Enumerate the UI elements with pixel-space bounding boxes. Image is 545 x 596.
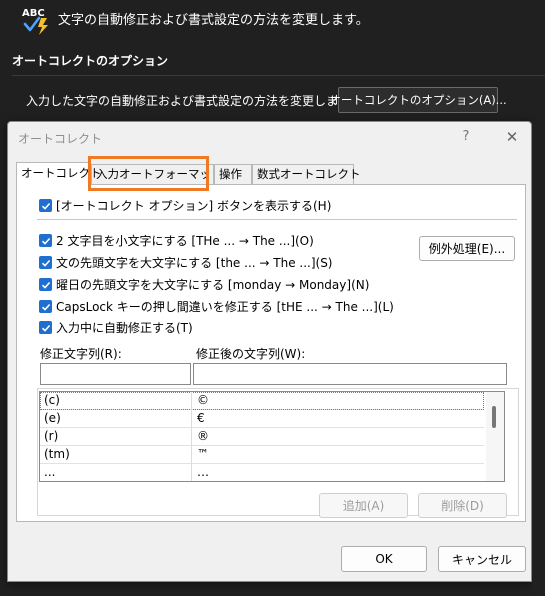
list-item[interactable]: (c) © xyxy=(40,392,484,410)
autocorrect-entries-list[interactable]: (c) © (e) € (r) ® (tm) ™ ... … xyxy=(39,391,505,482)
show-options-buttons-checkbox[interactable]: [オートコレクト オプション] ボタンを表示する(H) xyxy=(39,197,331,214)
autocorrect-options-label: 入力した文字の自動修正および書式設定の方法を変更します: xyxy=(26,94,355,108)
column-divider xyxy=(191,428,192,446)
checkbox-checked-icon xyxy=(39,199,52,212)
checkbox-label: 2 文字目を小文字にする [THe ... → The ...](O) xyxy=(56,234,314,248)
cancel-button[interactable]: キャンセル xyxy=(438,546,526,572)
tab-actions[interactable]: 操作 xyxy=(214,164,252,184)
delete-button[interactable]: 削除(D) xyxy=(418,493,507,518)
help-button[interactable]: ? xyxy=(458,128,474,146)
checkbox-checked-icon xyxy=(39,278,52,291)
scrollbar-thumb[interactable] xyxy=(492,406,496,428)
column-divider xyxy=(191,446,192,464)
list-item-from: (tm) xyxy=(44,447,70,461)
abc-spellcheck-icon: ABC xyxy=(21,5,53,35)
list-item-to: … xyxy=(197,465,209,479)
checkbox-checked-icon xyxy=(39,234,52,247)
autocorrect-dialog: オートコレクト ? ✕ オートコレクト 入力オートフォーマット 操作 数式オート… xyxy=(7,121,532,582)
replace-as-you-type-checkbox[interactable]: 入力中に自動修正する(T) xyxy=(39,319,196,336)
dialog-titlebar[interactable]: オートコレクト ? ✕ xyxy=(8,122,531,152)
list-scrollbar[interactable] xyxy=(486,392,504,481)
checkbox-label: 入力中に自動修正する(T) xyxy=(56,321,193,335)
column-divider xyxy=(191,392,192,410)
list-item[interactable]: ... … xyxy=(40,464,484,481)
checkbox-checked-icon xyxy=(39,321,52,334)
ok-button[interactable]: OK xyxy=(341,546,427,572)
list-item-from: (c) xyxy=(44,393,60,407)
replace-label: 修正文字列(R): xyxy=(40,347,122,361)
checkbox-checked-icon xyxy=(39,300,52,313)
list-item[interactable]: (e) € xyxy=(40,410,484,428)
with-input[interactable] xyxy=(193,363,507,385)
list-item-to: € xyxy=(197,411,205,425)
tab-math-autocorrect[interactable]: 数式オートコレクト xyxy=(252,164,361,184)
checkbox-label: 文の先頭文字を大文字にする [the ... → The ...](S) xyxy=(56,256,333,270)
exceptions-button[interactable]: 例外処理(E)... xyxy=(419,236,515,261)
close-button[interactable]: ✕ xyxy=(503,127,521,147)
with-label: 修正後の文字列(W): xyxy=(196,347,306,361)
column-divider xyxy=(191,464,192,481)
list-item-to: ™ xyxy=(197,447,209,461)
section-divider xyxy=(12,75,545,76)
page-header-text: 文字の自動修正および書式設定の方法を変更します。 xyxy=(58,13,369,28)
column-divider xyxy=(191,410,192,428)
list-item[interactable]: (r) ® xyxy=(40,428,484,446)
capitalize-day-names-checkbox[interactable]: 曜日の先頭文字を大文字にする [monday → Monday](N) xyxy=(39,276,369,293)
autocorrect-options-button[interactable]: オートコレクトのオプション(A)... xyxy=(329,87,507,113)
list-item-from: ... xyxy=(44,465,56,479)
add-button[interactable]: 追加(A) xyxy=(319,493,408,518)
checkbox-label: 曜日の先頭文字を大文字にする [monday → Monday](N) xyxy=(56,278,370,292)
capitalize-first-letter-sentence-checkbox[interactable]: 文の先頭文字を大文字にする [the ... → The ...](S) xyxy=(39,254,333,271)
background-edge xyxy=(532,120,545,596)
replace-input[interactable] xyxy=(40,363,191,385)
correct-caps-lock-checkbox[interactable]: CapsLock キーの押し間違いを修正する [tHE ... → The ..… xyxy=(39,298,394,315)
checkbox-label: CapsLock キーの押し間違いを修正する [tHE ... → The ..… xyxy=(56,300,394,314)
list-item[interactable]: (tm) ™ xyxy=(40,446,484,464)
dialog-title: オートコレクト xyxy=(18,132,103,146)
list-item-from: (r) xyxy=(44,429,59,443)
tab-autoformat-as-you-type[interactable]: 入力オートフォーマット xyxy=(91,164,223,184)
list-item-to: ® xyxy=(197,429,209,443)
svg-text:ABC: ABC xyxy=(22,8,45,19)
tab-autocorrect[interactable]: オートコレクト xyxy=(16,162,102,185)
list-item-to: © xyxy=(197,393,209,407)
options-separator xyxy=(37,219,517,220)
section-title: オートコレクトのオプション xyxy=(12,54,169,68)
list-item-from: (e) xyxy=(44,411,61,425)
checkbox-checked-icon xyxy=(39,256,52,269)
correct-two-initial-capitals-checkbox[interactable]: 2 文字目を小文字にする [THe ... → The ...](O) xyxy=(39,232,314,249)
checkbox-label: [オートコレクト オプション] ボタンを表示する(H) xyxy=(56,199,332,213)
